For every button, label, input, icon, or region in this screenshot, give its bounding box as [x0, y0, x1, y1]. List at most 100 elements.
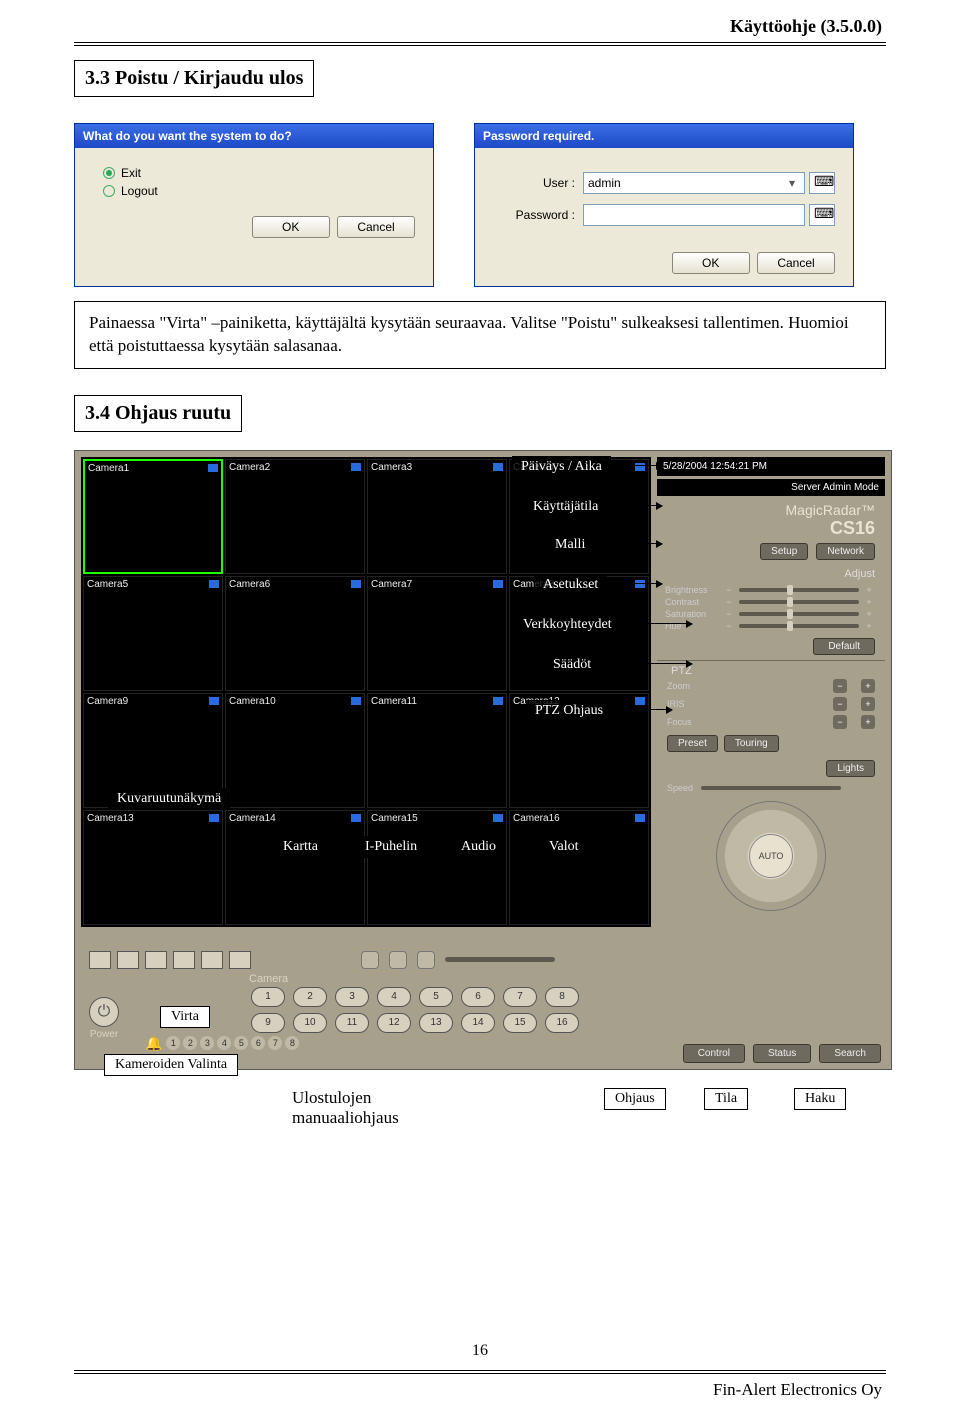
camera-select-button[interactable]: 10	[293, 1013, 327, 1033]
camera-tile[interactable]: Camera15	[367, 810, 507, 925]
section-title-1: 3.3 Poistu / Kirjaudu ulos	[74, 60, 314, 97]
camera-select-button[interactable]: 7	[503, 987, 537, 1007]
camera-tile[interactable]: Camera11	[367, 693, 507, 808]
section-title-2: 3.4 Ohjaus ruutu	[74, 395, 242, 432]
phone-icon[interactable]	[389, 951, 407, 969]
password-input[interactable]	[583, 204, 805, 226]
camera-tile[interactable]: Camera7	[367, 576, 507, 691]
right-panel: 5/28/2004 12:54:21 PM Server Admin Mode …	[657, 457, 885, 1063]
camera-select-button[interactable]: 14	[461, 1013, 495, 1033]
camera-tile[interactable]: Camera14	[225, 810, 365, 925]
alarm-output-button[interactable]: 4	[217, 1036, 231, 1050]
camera-tile[interactable]: Camera2	[225, 459, 365, 574]
alarm-output-button[interactable]: 7	[268, 1036, 282, 1050]
rec-icon	[351, 697, 361, 705]
page-footer: Fin-Alert Electronics Oy	[713, 1380, 882, 1400]
saturation-slider[interactable]: Saturation−+	[657, 608, 885, 620]
preset-button[interactable]: Preset	[667, 735, 718, 752]
network-button[interactable]: Network	[816, 543, 875, 560]
ok-button[interactable]: OK	[672, 252, 750, 274]
zoom-control[interactable]: Zoom−+	[657, 677, 885, 695]
power-icon: ⏻	[89, 997, 119, 1027]
camera-tile[interactable]: Camera10	[225, 693, 365, 808]
camera-tile[interactable]: Camera6	[225, 576, 365, 691]
user-value: admin	[588, 176, 784, 190]
callout-tila: Tila	[704, 1088, 748, 1110]
camera-select-button[interactable]: 5	[419, 987, 453, 1007]
rec-icon	[635, 814, 645, 822]
rec-icon	[635, 580, 645, 588]
focus-control[interactable]: Focus−+	[657, 713, 885, 731]
keyboard-icon[interactable]	[809, 204, 835, 226]
callout-kamvalinta: Kameroiden Valinta	[104, 1054, 238, 1076]
alarm-output-button[interactable]: 1	[166, 1036, 180, 1050]
camera-select-button[interactable]: 15	[503, 1013, 537, 1033]
camera-tile[interactable]: Camera1	[83, 459, 223, 574]
power-label: Power	[90, 1029, 118, 1040]
camera-tile[interactable]: Camera13	[83, 810, 223, 925]
map-icon[interactable]	[361, 951, 379, 969]
alarm-output-button[interactable]: 6	[251, 1036, 265, 1050]
callout-kartta: Kartta	[274, 836, 327, 858]
camera-tile[interactable]: Camera5	[83, 576, 223, 691]
camera-select-button[interactable]: 6	[461, 987, 495, 1007]
radio-logout-label: Logout	[121, 184, 158, 198]
chevron-down-icon[interactable]: ▾	[784, 176, 800, 190]
setup-button[interactable]: Setup	[760, 543, 808, 560]
user-input[interactable]: admin ▾	[583, 172, 805, 194]
status-button[interactable]: Status	[753, 1044, 811, 1063]
iris-control[interactable]: IRIS−+	[657, 695, 885, 713]
alarm-output-button[interactable]: 8	[285, 1036, 299, 1050]
ptz-dpad[interactable]: AUTO	[716, 801, 826, 911]
radio-exit[interactable]: Exit	[103, 166, 415, 180]
callout-ohjaus: Ohjaus	[604, 1088, 666, 1110]
power-button[interactable]: ⏻ Power	[89, 997, 119, 1040]
volume-slider[interactable]	[445, 957, 555, 962]
rec-icon	[493, 814, 503, 822]
camera-select-button[interactable]: 9	[251, 1013, 285, 1033]
brightness-slider[interactable]: Brightness−+	[657, 584, 885, 596]
bell-icon: 🔔	[145, 1035, 162, 1052]
callout-kayttajatila: Käyttäjätila	[524, 496, 607, 518]
mode-label: Server Admin Mode	[657, 479, 885, 496]
footer-rule	[74, 1370, 886, 1374]
cancel-button[interactable]: Cancel	[757, 252, 835, 274]
callout-asetukset: Asetukset	[534, 574, 607, 596]
touring-button[interactable]: Touring	[724, 735, 779, 752]
brand-name: MagicRadar™	[657, 502, 875, 518]
camera-select-button[interactable]: 12	[377, 1013, 411, 1033]
callout-ulostulo1: Ulostulojen	[292, 1088, 371, 1107]
camera-select-button[interactable]: 4	[377, 987, 411, 1007]
search-button[interactable]: Search	[819, 1044, 881, 1063]
speed-slider[interactable]: Speed	[657, 781, 885, 797]
alarm-output-button[interactable]: 3	[200, 1036, 214, 1050]
alarm-output-button[interactable]: 5	[234, 1036, 248, 1050]
camera-select-button[interactable]: 2	[293, 987, 327, 1007]
camera-select-button[interactable]: 11	[335, 1013, 369, 1033]
camera-tile[interactable]: Camera16	[509, 810, 649, 925]
cancel-button[interactable]: Cancel	[337, 216, 415, 238]
alarm-output-button[interactable]: 2	[183, 1036, 197, 1050]
callout-virta: Virta	[160, 1006, 210, 1028]
camera-select-button[interactable]: 8	[545, 987, 579, 1007]
ok-button[interactable]: OK	[252, 216, 330, 238]
radio-logout[interactable]: Logout	[103, 184, 415, 198]
keyboard-icon[interactable]	[809, 172, 835, 194]
auto-button[interactable]: AUTO	[749, 834, 793, 878]
camera-select-button[interactable]: 1	[251, 987, 285, 1007]
contrast-slider[interactable]: Contrast−+	[657, 596, 885, 608]
layout-presets[interactable]	[89, 951, 251, 969]
camera-select-button[interactable]: 3	[335, 987, 369, 1007]
camera-tile[interactable]: Camera3	[367, 459, 507, 574]
default-button[interactable]: Default	[813, 638, 875, 655]
audio-icon[interactable]	[417, 951, 435, 969]
camera-select-button[interactable]: 13	[419, 1013, 453, 1033]
lights-button[interactable]: Lights	[826, 760, 875, 777]
bottom-toolbar: Camera 12345678 910111213141516 ⏻ Power …	[81, 933, 651, 1063]
page-header: Käyttöohje (3.5.0.0)	[730, 16, 882, 37]
alarm-outputs[interactable]: 🔔 12345678	[145, 1035, 299, 1052]
info-paragraph: Painaessa "Virta" –painiketta, käyttäjäl…	[74, 301, 886, 369]
callout-haku: Haku	[794, 1088, 846, 1110]
camera-select-button[interactable]: 16	[545, 1013, 579, 1033]
control-button[interactable]: Control	[683, 1044, 745, 1063]
